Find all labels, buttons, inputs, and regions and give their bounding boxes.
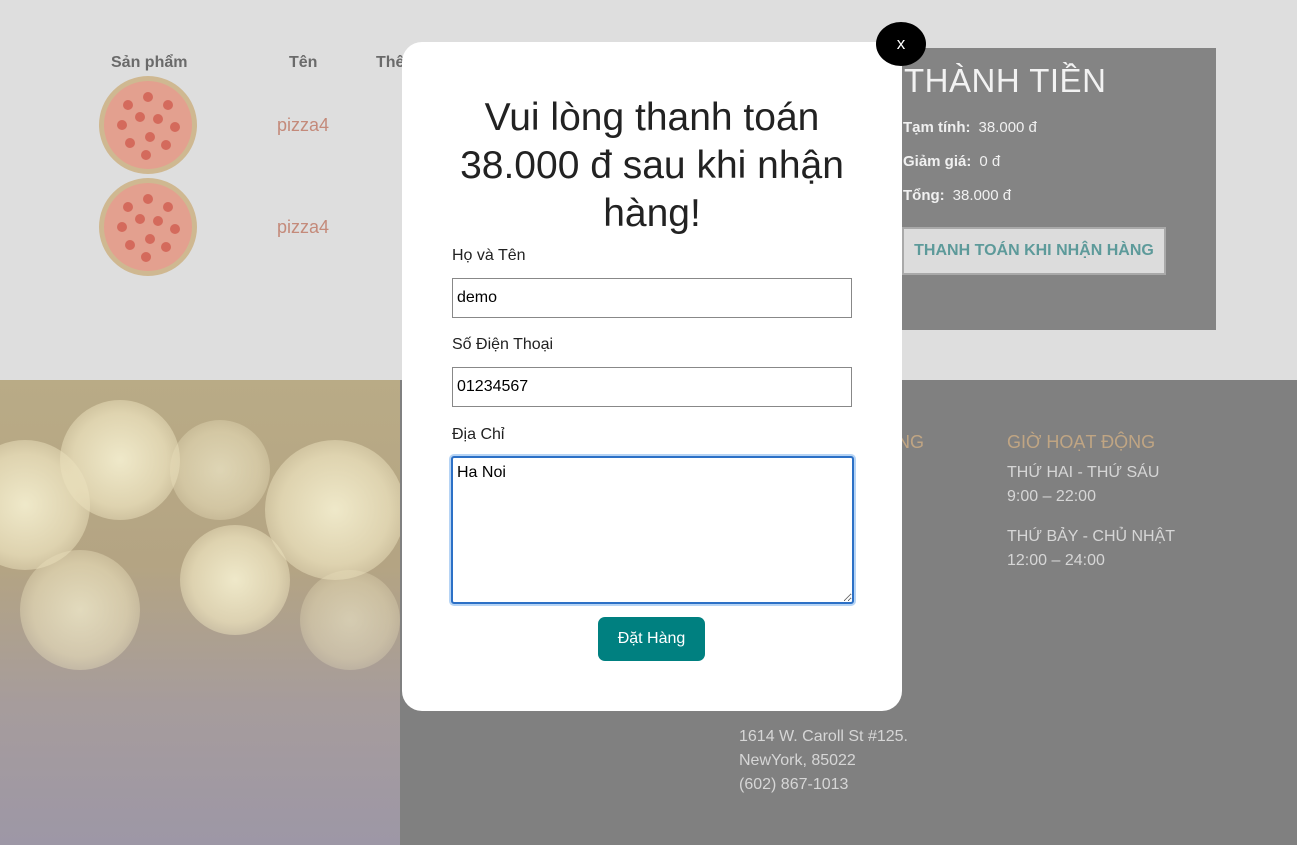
subtotal-label: Tạm tính: [903,119,971,136]
summary-title: THÀNH TIỀN [904,62,1107,99]
phone-number[interactable]: (602) 867-1013 [739,773,848,797]
address-line-1: 1614 W. Caroll St #125. [739,728,908,745]
pizza-image [99,178,197,276]
full-name-input[interactable] [452,278,852,318]
total-value: 38.000 đ [952,187,1012,204]
subtotal-row: Tạm tính: 38.000 đ [903,119,1037,136]
close-modal-button[interactable]: x [876,22,926,66]
weekday-label: THỨ HAI - THỨ SÁU [1007,464,1160,481]
footer-background-image [0,380,400,845]
cart-item-name[interactable]: pizza4 [277,115,329,136]
address-line-2: NewYork, 85022 [739,752,856,769]
phone-input[interactable] [452,367,852,407]
order-summary: THÀNH TIỀN Tạm tính: 38.000 đ Giảm giá: 0 … [892,48,1216,330]
discount-value: 0 đ [979,153,1001,170]
checkout-modal: Vui lòng thanh toán 38.000 đ sau khi nhậ… [402,42,902,711]
modal-title: Vui lòng thanh toán 38.000 đ sau khi nhậ… [460,96,844,235]
weekend-hours: 12:00 – 24:00 [1007,552,1105,569]
weekday-hours: 9:00 – 22:00 [1007,488,1096,505]
name-label: Họ và Tên [452,247,526,264]
column-header-name: Tên [289,54,318,71]
total-label: Tổng: [903,187,945,204]
phone-label: Số Điện Thoại [452,336,554,353]
weekend-label: THỨ BẢY - CHỦ NHẬT [1007,528,1176,545]
address-label: Địa Chỉ [452,426,505,443]
cart-item-name[interactable]: pizza4 [277,217,329,238]
column-header-price: Thê [376,54,405,71]
pizza-image [99,76,197,174]
subtotal-value: 38.000 đ [978,119,1037,136]
discount-row: Giảm giá: 0 đ [903,153,1000,170]
total-row: Tổng: 38.000 đ [903,187,1011,204]
discount-label: Giảm giá: [903,153,972,170]
address-textarea[interactable]: Ha Noi [451,456,854,604]
place-order-button[interactable]: Đặt Hàng [598,617,705,661]
cash-on-delivery-button[interactable]: THANH TOÁN KHI NHẬN HÀNG [902,227,1166,275]
hours-heading: GIỜ HOẠT ĐỘNG [1007,432,1156,452]
column-header-product: Sản phẩm [111,54,188,71]
